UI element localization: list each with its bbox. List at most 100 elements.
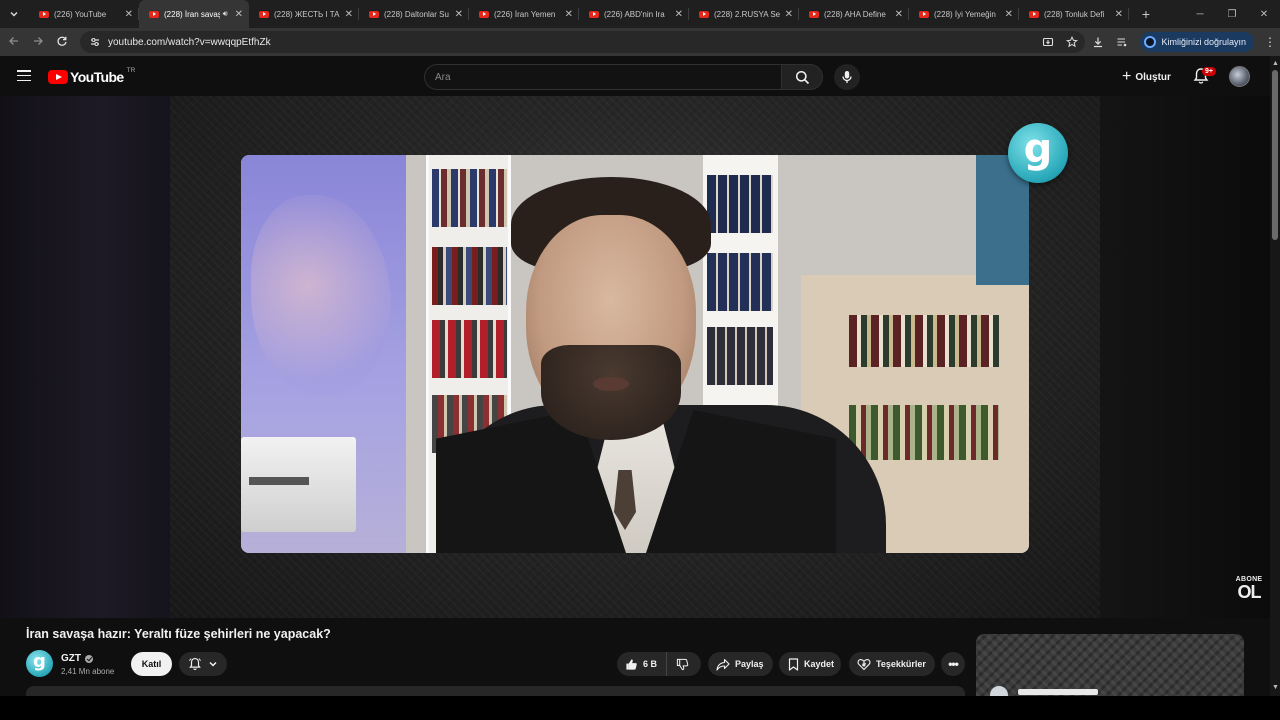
tune-icon[interactable]: [88, 35, 102, 49]
browser-tab[interactable]: (226) ABD'nin Ira ✕: [579, 0, 689, 28]
ambient-right: [1100, 96, 1270, 618]
window-controls: ─ ❐ ✕: [1184, 0, 1280, 28]
url-text[interactable]: youtube.com/watch?v=wwqqpEtfhZk: [108, 37, 271, 48]
tab-title: (228) Tonluk Defi: [1044, 9, 1105, 19]
back-button[interactable]: [2, 35, 26, 50]
channel-avatar-letter: g: [33, 651, 46, 672]
profile-chip-label: Kimliğinizi doğrulayın: [1161, 37, 1246, 47]
browser-tab[interactable]: (228) Daltonlar Su ✕: [359, 0, 469, 28]
youtube-play-icon: [48, 70, 68, 84]
browser-tab[interactable]: (228) Tonluk Defi ✕: [1019, 0, 1129, 28]
close-tab-icon[interactable]: ✕: [345, 9, 353, 20]
join-button[interactable]: Katıl: [131, 652, 172, 676]
tab-title: (228) İran savaşa: [164, 9, 220, 19]
close-tab-icon[interactable]: ✕: [125, 9, 133, 20]
tab-search-button[interactable]: [3, 4, 25, 24]
arrow-left-icon: [9, 36, 18, 45]
subscribed-button[interactable]: [179, 652, 227, 676]
account-avatar[interactable]: [1229, 66, 1250, 87]
watermark-letter: g: [1023, 126, 1053, 172]
scrollbar-thumb[interactable]: [1272, 70, 1278, 240]
youtube-logo-text: YouTube: [70, 69, 124, 85]
speaker-icon[interactable]: 🔊︎: [223, 9, 228, 19]
chevron-down-icon: [10, 12, 18, 17]
share-label: Paylaş: [735, 659, 764, 669]
search-button[interactable]: [781, 64, 823, 90]
scroll-down-icon[interactable]: ▼: [1272, 684, 1279, 691]
close-tab-icon[interactable]: ✕: [235, 9, 243, 20]
printer: [241, 437, 356, 532]
close-tab-icon[interactable]: ✕: [675, 9, 683, 20]
video-player[interactable]: g ABONE OL: [0, 96, 1270, 618]
youtube-favicon-icon: [699, 10, 709, 18]
close-tab-icon[interactable]: ✕: [785, 9, 793, 20]
more-actions-button[interactable]: •••: [941, 652, 965, 676]
close-tab-icon[interactable]: ✕: [455, 9, 463, 20]
browser-tab[interactable]: (228) İyi Yemeğin ✕: [909, 0, 1019, 28]
channel-watermark[interactable]: g: [1008, 123, 1068, 183]
forward-button[interactable]: [26, 35, 50, 50]
super-thanks-icon: [857, 659, 871, 671]
like-button[interactable]: 6 B: [617, 652, 668, 676]
tab-list: (226) YouTube✕(228) İran savaşa🔊︎✕(228) …: [29, 0, 1129, 28]
subscribe-overlay[interactable]: ABONE OL: [1232, 576, 1266, 601]
star-icon[interactable]: [1065, 34, 1079, 50]
close-window-icon[interactable]: ✕: [1248, 9, 1280, 20]
chevron-down-icon: [209, 661, 217, 667]
close-tab-icon[interactable]: ✕: [1115, 9, 1123, 20]
restore-icon[interactable]: ❐: [1216, 9, 1248, 20]
share-button[interactable]: Paylaş: [708, 652, 773, 676]
os-taskbar: [0, 696, 1280, 720]
channel-name[interactable]: GZT: [61, 653, 93, 664]
tab-title: (228) 2.RUSYA Se: [714, 9, 781, 19]
thanks-button[interactable]: Teşekkürler: [849, 652, 935, 676]
close-tab-icon[interactable]: ✕: [895, 9, 903, 20]
bell-icon: [189, 657, 201, 670]
video-title: İran savaşa hazır: Yeraltı füze şehirler…: [26, 627, 331, 641]
hamburger-menu-icon[interactable]: [17, 70, 31, 82]
tab-title: (226) ABD'nin Ira: [604, 9, 665, 19]
webcam-video: [241, 155, 1029, 553]
ambient-left: [0, 96, 170, 618]
plus-icon: +: [1122, 68, 1132, 85]
reload-button[interactable]: [50, 35, 74, 50]
browser-tab[interactable]: (226) İran Yemen ✕: [469, 0, 579, 28]
channel-avatar[interactable]: g: [26, 650, 53, 677]
address-bar[interactable]: youtube.com/watch?v=wwqqpEtfhZk: [80, 31, 1085, 53]
close-tab-icon[interactable]: ✕: [1005, 9, 1013, 20]
save-button[interactable]: Kaydet: [779, 652, 841, 676]
create-button[interactable]: + Oluştur: [1116, 64, 1177, 90]
kebab-icon[interactable]: ⋮: [1260, 35, 1280, 49]
media-control-icon[interactable]: [1110, 36, 1134, 48]
profile-chip[interactable]: Kimliğinizi doğrulayın: [1140, 32, 1254, 52]
browser-tab[interactable]: (228) 2.RUSYA Se ✕: [689, 0, 799, 28]
tab-title: (226) YouTube: [54, 9, 107, 19]
new-tab-button[interactable]: +: [1135, 6, 1157, 22]
browser-tab[interactable]: (228) İran savaşa🔊︎ ✕: [139, 0, 249, 28]
subscribe-overlay-bottom: OL: [1237, 582, 1262, 602]
scroll-up-icon[interactable]: ▲: [1272, 60, 1279, 67]
browser-tab[interactable]: (226) YouTube ✕: [29, 0, 139, 28]
youtube-logo[interactable]: YouTube TR: [48, 67, 135, 85]
close-tab-icon[interactable]: ✕: [565, 9, 573, 20]
notification-badge: 9+: [1202, 67, 1216, 76]
search-input[interactable]: [435, 71, 755, 83]
browser-tab-strip: (226) YouTube✕(228) İran savaşa🔊︎✕(228) …: [0, 0, 1280, 28]
sidebar-video-card[interactable]: [976, 634, 1244, 696]
download-icon[interactable]: [1086, 36, 1110, 48]
minimize-icon[interactable]: ─: [1184, 9, 1216, 20]
dislike-button[interactable]: [667, 652, 689, 676]
toolbar-right: Kimliğinizi doğrulayın ⋮: [1086, 28, 1280, 56]
tab-title: (226) İran Yemen: [494, 9, 556, 19]
browser-tab[interactable]: (228) ЖЕСТЬ I TA ✕: [249, 0, 359, 28]
youtube-masthead: YouTube TR + Oluştur: [0, 56, 1270, 96]
like-dislike-group: 6 B: [617, 652, 701, 676]
description-box[interactable]: [26, 686, 965, 696]
create-label: Oluştur: [1135, 71, 1171, 83]
bookmark-icon: [788, 657, 799, 671]
voice-search-button[interactable]: [834, 64, 860, 90]
install-icon[interactable]: [1041, 34, 1055, 50]
browser-tab[interactable]: (228) AHA Define ✕: [799, 0, 909, 28]
like-count: 6 B: [643, 659, 658, 669]
channel-name-text: GZT: [61, 653, 81, 664]
